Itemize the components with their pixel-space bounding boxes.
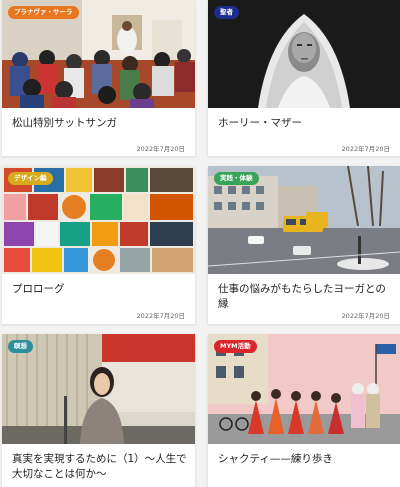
article-grid: プラナヴァ・サーラ 松山特別サットサンガ 2022年7月20日 聖者 ホーリー・… <box>0 0 400 487</box>
article-title[interactable]: プロローグ <box>12 282 187 297</box>
article-title[interactable]: 仕事の悩みがもたらしたヨーガとの縁 <box>218 282 392 312</box>
article-title[interactable]: シャクティ——練り歩き <box>218 452 392 467</box>
category-badge[interactable]: 瞑想 <box>8 340 33 353</box>
article-date: 2022年7月20日 <box>341 145 390 153</box>
article-date: 2022年7月20日 <box>136 145 185 153</box>
article-thumbnail[interactable]: MYM活動 <box>208 334 400 444</box>
article-title[interactable]: 真実を実現するために（1）〜人生で大切なことは何か〜 <box>12 452 187 482</box>
category-badge[interactable]: 実践・体験 <box>214 172 259 185</box>
article-thumbnail[interactable]: プラナヴァ・サーラ <box>2 0 195 108</box>
article-card[interactable]: 聖者 ホーリー・マザー 2022年7月20日 <box>208 0 400 156</box>
article-thumbnail[interactable]: デザイン編 <box>2 166 195 274</box>
category-badge[interactable]: プラナヴァ・サーラ <box>8 6 79 19</box>
article-date: 2022年7月20日 <box>136 312 185 320</box>
article-card[interactable]: プラナヴァ・サーラ 松山特別サットサンガ 2022年7月20日 <box>2 0 195 156</box>
article-thumbnail[interactable]: 実践・体験 <box>208 166 400 274</box>
article-card[interactable]: デザイン編 プロローグ 2022年7月20日 <box>2 166 195 324</box>
category-badge[interactable]: デザイン編 <box>8 172 53 185</box>
article-card[interactable]: 実践・体験 仕事の悩みがもたらしたヨーガとの縁 2022年7月20日 <box>208 166 400 324</box>
article-card[interactable]: 瞑想 真実を実現するために（1）〜人生で大切なことは何か〜 <box>2 334 195 487</box>
article-title[interactable]: 松山特別サットサンガ <box>12 116 187 131</box>
article-card[interactable]: MYM活動 シャクティ——練り歩き <box>208 334 400 487</box>
category-badge[interactable]: MYM活動 <box>214 340 257 353</box>
article-date: 2022年7月20日 <box>341 312 390 320</box>
category-badge[interactable]: 聖者 <box>214 6 239 19</box>
article-title[interactable]: ホーリー・マザー <box>218 116 392 131</box>
article-thumbnail[interactable]: 聖者 <box>208 0 400 108</box>
article-thumbnail[interactable]: 瞑想 <box>2 334 195 444</box>
